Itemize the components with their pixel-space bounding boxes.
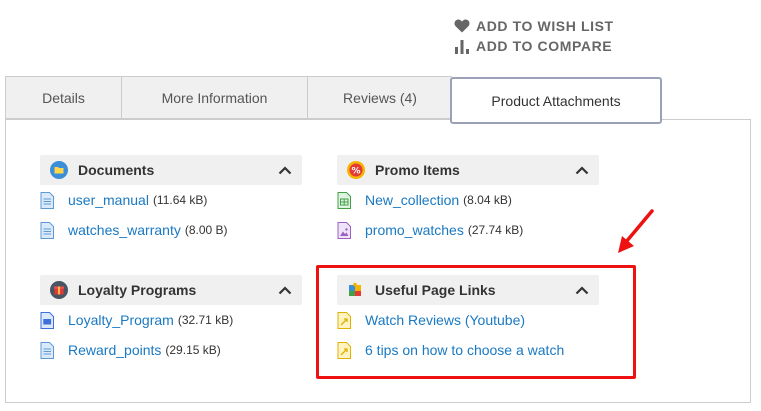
- link-file-icon: [337, 311, 351, 329]
- documents-header[interactable]: Documents: [40, 155, 302, 185]
- attachment-link[interactable]: 6 tips on how to choose a watch: [365, 342, 564, 358]
- attachments-panel: Documents user_manual (11.64 kB) watches…: [5, 119, 751, 403]
- attachment-link[interactable]: user_manual: [68, 192, 149, 208]
- promo-items-title: Promo Items: [375, 162, 460, 178]
- tab-more-information[interactable]: More Information: [121, 76, 307, 119]
- annotation-arrow-icon: [618, 209, 654, 253]
- promo-items-section: % Promo Items New_collection (8.04 kB) p…: [337, 155, 599, 245]
- file-size: (8.04 kB): [463, 193, 512, 207]
- file-size: (32.71 kB): [177, 313, 234, 327]
- document-file-icon: [40, 221, 54, 239]
- file-size: (29.15 kB): [165, 343, 221, 357]
- list-item: watches_warranty (8.00 B): [40, 215, 302, 245]
- folder-icon: [50, 161, 68, 179]
- link-file-icon: [337, 341, 351, 359]
- image-file-icon: [337, 221, 351, 239]
- file-size: (11.64 kB): [152, 193, 208, 207]
- attachment-link[interactable]: Reward_points: [68, 342, 161, 358]
- document-file-icon: [40, 191, 54, 209]
- puzzle-icon: [347, 281, 365, 299]
- document-file-icon: [40, 341, 54, 359]
- attachment-link[interactable]: Loyalty_Program: [68, 312, 174, 328]
- loyalty-programs-title: Loyalty Programs: [78, 282, 197, 298]
- chevron-up-icon[interactable]: [278, 165, 292, 175]
- chevron-up-icon[interactable]: [278, 285, 292, 295]
- file-size: (27.74 kB): [467, 223, 524, 237]
- presentation-file-icon: [40, 311, 54, 329]
- loyalty-programs-header[interactable]: Loyalty Programs: [40, 275, 302, 305]
- attachment-link[interactable]: watches_warranty: [68, 222, 181, 238]
- heart-icon: [453, 18, 471, 34]
- product-tabs: Details More Information Reviews (4): [5, 76, 452, 119]
- chevron-up-icon[interactable]: [575, 285, 589, 295]
- attachment-link[interactable]: Watch Reviews (Youtube): [365, 312, 525, 328]
- add-to-wish-list-link[interactable]: Add to Wish List: [453, 16, 614, 36]
- product-actions: Add to Wish List Add to Compare: [453, 16, 614, 56]
- loyalty-programs-section: Loyalty Programs Loyalty_Program (32.71 …: [40, 275, 302, 365]
- useful-page-links-title: Useful Page Links: [375, 282, 496, 298]
- useful-page-links-header[interactable]: Useful Page Links: [337, 275, 599, 305]
- useful-page-links-section: Useful Page Links Watch Reviews (Youtube…: [337, 275, 599, 365]
- svg-text:%: %: [351, 167, 360, 177]
- list-item: 6 tips on how to choose a watch: [337, 335, 599, 365]
- add-to-wish-list-label: Add to Wish List: [476, 18, 614, 34]
- documents-title: Documents: [78, 162, 155, 178]
- list-item: Reward_points (29.15 kB): [40, 335, 302, 365]
- documents-section: Documents user_manual (11.64 kB) watches…: [40, 155, 302, 245]
- list-item: user_manual (11.64 kB): [40, 185, 302, 215]
- add-to-compare-link[interactable]: Add to Compare: [453, 36, 614, 56]
- percent-badge-icon: %: [347, 161, 365, 179]
- gift-icon: [50, 281, 68, 299]
- attachment-link[interactable]: promo_watches: [365, 222, 464, 238]
- promo-items-header[interactable]: % Promo Items: [337, 155, 599, 185]
- tab-details[interactable]: Details: [5, 76, 121, 119]
- list-item: Watch Reviews (Youtube): [337, 305, 599, 335]
- attachment-link[interactable]: New_collection: [365, 192, 459, 208]
- bar-chart-icon: [453, 38, 471, 54]
- add-to-compare-label: Add to Compare: [476, 38, 613, 54]
- tab-reviews[interactable]: Reviews (4): [307, 76, 452, 119]
- list-item: Loyalty_Program (32.71 kB): [40, 305, 302, 335]
- chevron-up-icon[interactable]: [575, 165, 589, 175]
- spreadsheet-file-icon: [337, 191, 351, 209]
- tab-product-attachments[interactable]: Product Attachments: [450, 77, 662, 124]
- list-item: New_collection (8.04 kB): [337, 185, 599, 215]
- file-size: (8.00 B): [184, 223, 228, 237]
- list-item: promo_watches (27.74 kB): [337, 215, 599, 245]
